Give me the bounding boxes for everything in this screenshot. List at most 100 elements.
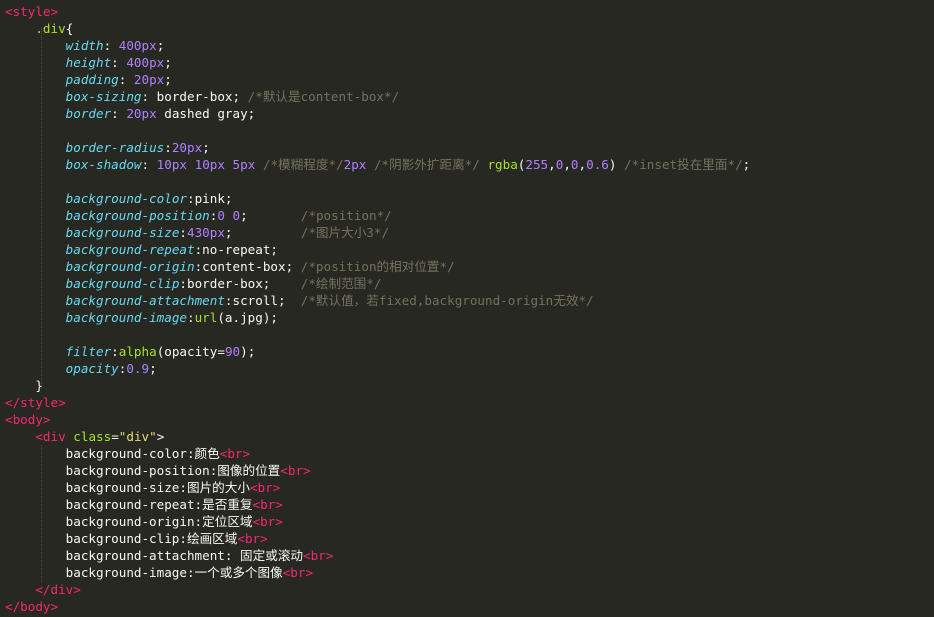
line-width: width: 400px;	[5, 37, 165, 54]
code-token: <br>	[282, 565, 314, 580]
code-token: 400px	[126, 55, 165, 70]
code-token: 430px	[187, 225, 225, 240]
code-token: ;	[224, 225, 301, 240]
code-token: ,	[563, 157, 571, 172]
line-opacity: opacity:0.9;	[5, 360, 157, 377]
code-token: height	[65, 55, 112, 70]
code-token: <br>	[249, 480, 281, 495]
line-border-radius: border-radius:20px;	[5, 139, 210, 156]
line-text-repeat: background-repeat:是否重复<br>	[5, 496, 283, 513]
code-token: 10px	[194, 157, 225, 172]
code-token: </style>	[5, 395, 66, 410]
code-token: url	[194, 310, 218, 325]
code-token: 90	[224, 344, 241, 359]
code-token: class	[73, 429, 112, 444]
code-token: ;	[202, 140, 210, 155]
code-token: background-attachment: 固定或滚动	[5, 548, 304, 563]
code-token: <br>	[280, 463, 311, 478]
code-token: opacity	[65, 361, 119, 376]
code-token: .div	[35, 21, 66, 36]
line-text-position: background-position:图像的位置<br>	[5, 462, 311, 479]
code-token: >	[156, 429, 165, 444]
code-token: /*图片大小3*/	[300, 225, 390, 240]
line-box-shadow: box-shadow: 10px 10px 5px /*模糊程度*/2px /*…	[5, 156, 751, 173]
code-token: alpha	[118, 344, 157, 359]
code-token: background-attachment	[65, 293, 225, 308]
line-bg-clip: background-clip:border-box; /*绘制范围*/	[5, 275, 382, 292]
code-token: ;	[164, 55, 172, 70]
line-bg-repeat: background-repeat:no-repeat;	[5, 241, 278, 258]
code-token: background-color:颜色	[5, 446, 220, 461]
code-token: 20px	[133, 72, 165, 87]
code-token: ;	[149, 361, 157, 376]
code-token: <br>	[303, 548, 334, 563]
code-token: box-sizing	[65, 89, 142, 104]
line-bg-position: background-position:0 0; /*position*/	[5, 207, 392, 224]
code-token: <body>	[5, 412, 51, 427]
code-token: background-size:图片的大小	[5, 480, 250, 495]
code-token: /*默认是content-box*/	[247, 89, 400, 104]
code-token: <style>	[5, 4, 59, 19]
line-bg-size: background-size:430px; /*图片大小3*/	[5, 224, 389, 241]
line-border: border: 20px dashed gray;	[5, 105, 256, 122]
code-token: background-image	[65, 310, 187, 325]
code-token: 400px	[118, 38, 157, 53]
code-token: /*inset投在里面*/	[624, 157, 743, 172]
code-token: :content-box;	[194, 259, 301, 274]
code-token: /*模糊程度*/	[262, 157, 344, 172]
code-token: background-repeat	[65, 242, 195, 257]
line-text-size: background-size:图片的大小<br>	[5, 479, 281, 496]
code-token: :	[164, 140, 172, 155]
code-token: 2px	[343, 157, 367, 172]
code-token: background-size	[65, 225, 180, 240]
code-token: ;	[240, 208, 301, 223]
code-token: background-repeat:是否重复	[5, 497, 253, 512]
code-token: =	[111, 429, 119, 444]
code-token: background-clip:绘画区域	[5, 531, 238, 546]
code-token: </body>	[5, 599, 59, 614]
code-token: /*阴影外扩距离*/	[373, 157, 480, 172]
line-bg-origin: background-origin:content-box; /*positio…	[5, 258, 455, 275]
code-token: /*position*/	[300, 208, 392, 223]
code-token: }	[5, 378, 43, 393]
code-token: width	[65, 38, 104, 53]
line-style-close: </style>	[5, 394, 66, 411]
code-token: padding	[65, 72, 119, 87]
line-text-attachment: background-attachment: 固定或滚动<br>	[5, 547, 334, 564]
code-token: background-position:图像的位置	[5, 463, 281, 478]
code-token: </div>	[35, 582, 81, 597]
code-editor[interactable]: <style> .div{ width: 400px; height: 400p…	[0, 0, 934, 617]
line-style-open: <style>	[5, 3, 58, 20]
code-token: :	[187, 310, 195, 325]
code-token: filter	[65, 344, 112, 359]
code-token: {	[65, 21, 74, 36]
code-token: border	[65, 106, 112, 121]
line-text-image: background-image:一个或多个图像<br>	[5, 564, 313, 581]
code-token: ;	[156, 38, 165, 53]
code-token: :border-box;	[179, 276, 301, 291]
line-text-color: background-color:颜色<br>	[5, 445, 250, 462]
line-box-sizing: box-sizing: border-box; /*默认是content-box…	[5, 88, 400, 105]
code-token: background-origin	[65, 259, 195, 274]
code-token: :	[103, 38, 119, 53]
code-token: 0.9	[126, 361, 150, 376]
line-selector: .div{	[5, 20, 73, 37]
